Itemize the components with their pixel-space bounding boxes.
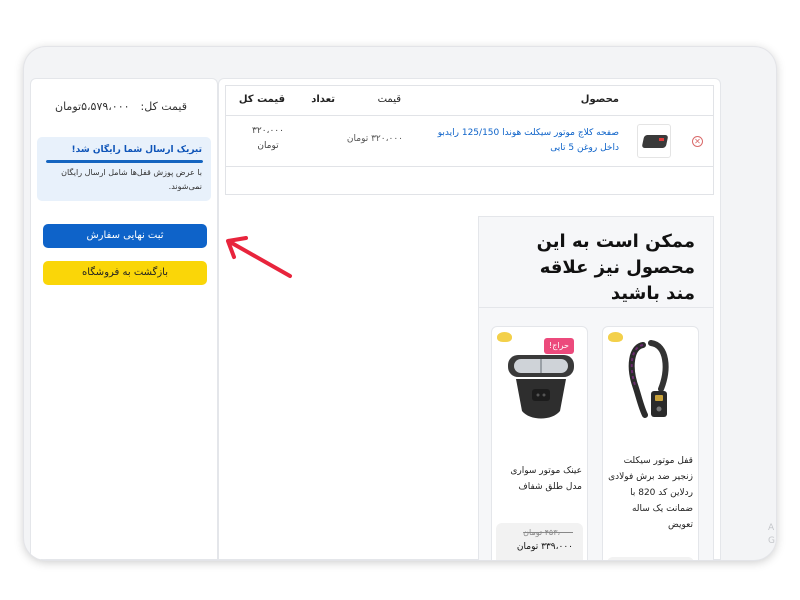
free-shipping-note: با عرض پوزش قفل‌ها شامل ارسال رایگان نمی… bbox=[61, 168, 202, 191]
header-total: قیمت کل bbox=[238, 94, 285, 105]
related-divider bbox=[479, 307, 713, 308]
cart-item-total: ۳۲۰،۰۰۰ تومان bbox=[252, 126, 284, 151]
old-price: ۴۵۳،۰۰۰ تومان bbox=[523, 528, 573, 537]
related-title: ممکن است به این محصول نیز علاقه مند باشی… bbox=[536, 231, 695, 304]
product-card[interactable]: قفل موتور سیکلت زنجیر ضد برش فولادی ردلا… bbox=[602, 326, 699, 560]
header-product: محصول bbox=[580, 94, 619, 105]
product-name[interactable]: عینک موتور سواری مدل طلق شفاف bbox=[496, 463, 582, 495]
free-shipping-notice: تبریک ارسال شما رایگان شد! با عرض پوزش ق… bbox=[37, 137, 211, 201]
table-row: ✕ صفحه کلاچ موتور سیکلت هوندا 125/150 را… bbox=[226, 117, 713, 167]
free-shipping-title: تبریک ارسال شما رایگان شد! bbox=[71, 145, 202, 155]
product-name[interactable]: قفل موتور سیکلت زنجیر ضد برش فولادی ردلا… bbox=[607, 453, 693, 533]
cart-table: محصول قیمت تعداد قیمت کل ✕ صفحه کلاچ موت… bbox=[225, 85, 714, 195]
cart-total-value: ۵،۵۷۹،۰۰۰تومان bbox=[55, 100, 130, 113]
product-card[interactable]: حراج! عینک موتور سواری مدل طلق شفاف ۴۵۳،… bbox=[491, 326, 588, 560]
thumbnail-accent bbox=[659, 138, 664, 141]
screenshot-frame: قیمت کل: ۵،۵۷۹،۰۰۰تومان تبریک ارسال شما … bbox=[24, 47, 776, 560]
cart-item-price: ۳۲۰،۰۰۰ تومان bbox=[346, 134, 403, 144]
remove-item-icon[interactable]: ✕ bbox=[692, 136, 703, 147]
back-to-shop-button[interactable]: بازگشت به فروشگاه bbox=[43, 261, 207, 285]
header-quantity: تعداد bbox=[311, 94, 335, 105]
related-products: ممکن است به این محصول نیز علاقه مند باشی… bbox=[478, 216, 714, 560]
product-price-box bbox=[607, 557, 694, 560]
cart-summary-panel: قیمت کل: ۵،۵۷۹،۰۰۰تومان تبریک ارسال شما … bbox=[30, 78, 218, 560]
cart-table-header: محصول قیمت تعداد قیمت کل bbox=[226, 86, 713, 116]
header-price: قیمت bbox=[377, 94, 401, 105]
product-thumbnail[interactable] bbox=[637, 124, 671, 158]
cart-total-label: قیمت کل: bbox=[140, 100, 187, 113]
free-shipping-progress bbox=[46, 160, 203, 163]
annotation-arrow-icon bbox=[226, 236, 292, 278]
corner-letter-g: G bbox=[768, 536, 775, 546]
sale-badge: حراج! bbox=[544, 338, 574, 354]
product-price-box: ۴۵۳،۰۰۰ تومان ۳۳۹،۰۰۰ تومان bbox=[496, 523, 583, 560]
corner-watermark-text: A G bbox=[768, 522, 775, 548]
cart-total-row: قیمت کل: ۵،۵۷۹،۰۰۰تومان bbox=[31, 97, 217, 117]
corner-letter-a: A bbox=[768, 523, 775, 533]
current-price: ۳۳۹،۰۰۰ تومان bbox=[516, 542, 573, 552]
clutch-plate-image bbox=[641, 135, 669, 148]
checkout-button[interactable]: ثبت نهایی سفارش bbox=[43, 224, 207, 248]
cart-panel: محصول قیمت تعداد قیمت کل ✕ صفحه کلاچ موت… bbox=[218, 78, 721, 560]
cart-product-link[interactable]: صفحه کلاچ موتور سیکلت هوندا 125/150 راید… bbox=[419, 126, 619, 156]
free-shipping-progress-fill bbox=[46, 160, 203, 163]
chain-lock-image bbox=[628, 340, 669, 418]
